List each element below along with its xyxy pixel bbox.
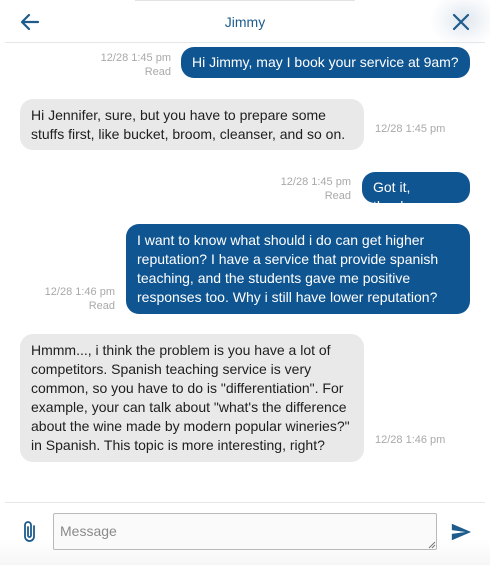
header-divider <box>5 42 485 43</box>
message-status: Read <box>324 190 351 202</box>
message-bubble-incoming[interactable]: Hmmm..., i think the problem is you have… <box>20 334 364 462</box>
message-bubble-outgoing[interactable]: I want to know what should i do can get … <box>126 224 470 314</box>
close-icon <box>452 13 470 31</box>
attach-button[interactable] <box>19 520 41 544</box>
paperclip-icon <box>24 521 35 542</box>
message-status: Read <box>144 66 171 78</box>
message-meta: 12/28 1:45 pm Read <box>80 51 171 79</box>
close-button[interactable] <box>449 10 473 34</box>
arrow-left-icon <box>20 13 40 31</box>
message-time: 12/28 1:45 pm <box>375 123 446 135</box>
message-time: 12/28 1:45 pm <box>280 176 351 188</box>
chat-header: Jimmy <box>0 0 490 48</box>
send-icon <box>451 523 472 541</box>
message-meta: 12/28 1:45 pm Read <box>240 175 351 203</box>
back-button[interactable] <box>18 10 42 34</box>
chat-title: Jimmy <box>224 14 266 30</box>
message-input[interactable] <box>53 513 437 550</box>
message-time: 12/28 1:46 pm <box>375 434 446 446</box>
send-button[interactable] <box>450 521 472 543</box>
message-bubble-incoming[interactable]: Hi Jennifer, sure, but you have to prepa… <box>20 99 364 150</box>
message-bubble-outgoing[interactable]: Got it, thanks. <box>362 172 470 214</box>
message-time: 12/28 1:46 pm <box>44 286 115 298</box>
message-meta: 12/28 1:46 pm Read <box>20 285 115 313</box>
message-time: 12/28 1:45 pm <box>100 52 171 64</box>
message-status: Read <box>88 300 115 312</box>
message-bubble-outgoing[interactable]: Hi Jimmy, may I book your service at 9am… <box>181 47 470 78</box>
resize-grip-icon[interactable] <box>427 540 436 549</box>
